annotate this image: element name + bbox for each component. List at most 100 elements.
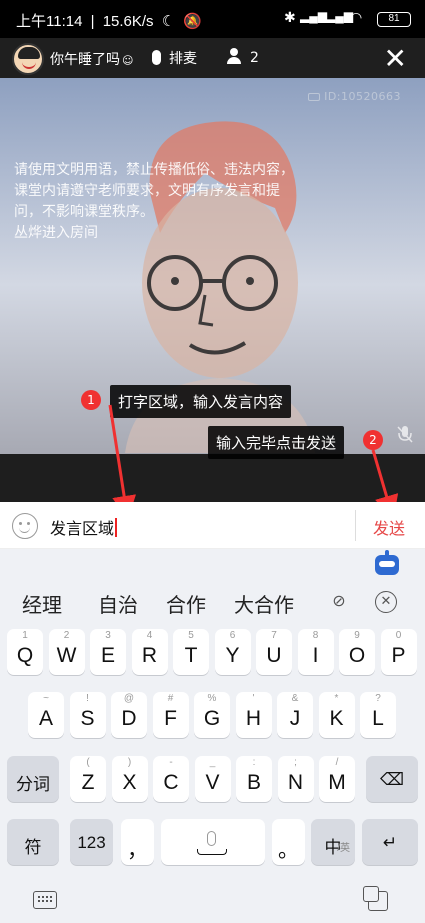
key-secondary: 0	[395, 630, 402, 641]
space-bar-mark	[197, 849, 227, 855]
key-secondary: 3	[105, 630, 111, 641]
key-label: ↵	[382, 833, 398, 852]
key-label: X	[122, 771, 137, 794]
key-p[interactable]: 0P	[380, 629, 417, 675]
key-q[interactable]: 1Q	[7, 629, 43, 675]
key-secondary: *	[334, 693, 339, 704]
message-input[interactable]: 发言区域	[50, 515, 117, 539]
key-secondary: %	[207, 693, 217, 704]
key-label: V	[205, 771, 220, 794]
key-label: 123	[77, 833, 106, 852]
key-label: N	[287, 771, 304, 794]
key-w[interactable]: 2W	[48, 629, 85, 675]
link-icon[interactable]: ⊘	[328, 591, 350, 613]
key-label: Z	[81, 771, 95, 794]
key-k[interactable]: * K	[318, 692, 355, 738]
key-s[interactable]: ! S	[69, 692, 106, 738]
space-key[interactable]	[161, 819, 265, 865]
key-g[interactable]: % G	[194, 692, 230, 738]
key-f[interactable]: # F	[152, 692, 189, 738]
key-y[interactable]: 6Y	[214, 629, 251, 675]
key-label: U	[266, 644, 282, 667]
key-label: L	[372, 707, 384, 730]
key-label: Y	[225, 644, 240, 667]
candidate-word[interactable]: 大合作	[234, 589, 294, 618]
key-secondary: 5	[188, 630, 194, 641]
key-x[interactable]: ) X	[111, 756, 148, 802]
emoji-icon[interactable]	[12, 513, 38, 539]
key-i[interactable]: 8I	[297, 629, 334, 675]
key-secondary: @	[123, 693, 135, 704]
key-h[interactable]: ' H	[235, 692, 272, 738]
candidate-word[interactable]: 合作	[166, 589, 206, 618]
key-secondary: 2	[63, 630, 70, 641]
key-label: B	[246, 771, 261, 794]
key-label: J	[289, 707, 301, 730]
key-t[interactable]: 5T	[173, 629, 209, 675]
key-label: 符	[24, 838, 42, 857]
key-secondary: 7	[271, 630, 277, 641]
enter-key[interactable]: ↵	[362, 819, 418, 865]
key-secondary: &	[291, 693, 299, 704]
key-label: G	[203, 707, 221, 730]
key-secondary: ~	[43, 693, 49, 704]
segment-key[interactable]: 分词	[7, 756, 59, 802]
clipboard-icon[interactable]	[363, 886, 388, 911]
key-label: I	[312, 644, 319, 667]
key-o[interactable]: 9O	[339, 629, 375, 675]
key-n[interactable]: ; N	[277, 756, 314, 802]
close-candidates-icon[interactable]: ✕	[375, 591, 397, 613]
keyboard: 经理 自治 合作 大合作 ⊘ ✕ 1 Q 2 W 3 E 4 R 5 T 6 Y 7 U 8 I 9 O 0 P ~ A!…	[0, 549, 425, 923]
divider	[355, 510, 356, 541]
key-label: F	[164, 707, 177, 730]
key-label: D	[121, 707, 137, 730]
key-secondary: #	[167, 693, 174, 704]
backspace-key[interactable]: ⌫	[366, 756, 418, 802]
key-d[interactable]: @ D	[111, 692, 147, 738]
key-b[interactable]: :B	[236, 756, 272, 802]
period-key[interactable]: 。	[272, 819, 305, 865]
key-secondary: 4	[146, 630, 153, 641]
key-secondary: 9	[354, 630, 360, 641]
key-secondary: 8	[312, 630, 319, 641]
key-label: Q	[16, 644, 34, 667]
key-j[interactable]: & J	[277, 692, 313, 738]
voice-input-icon	[207, 831, 216, 846]
symbol-key[interactable]: 符	[7, 819, 59, 865]
key-label: M	[328, 771, 346, 794]
key-z[interactable]: (Z	[70, 756, 106, 802]
key-v[interactable]: _ V	[194, 756, 231, 802]
send-button[interactable]: 发送	[373, 515, 405, 539]
number-key[interactable]: 123	[70, 819, 113, 865]
key-secondary: -	[169, 757, 173, 768]
key-secondary: !	[86, 693, 89, 704]
key-label: O	[348, 644, 366, 667]
message-input-value: 发言区域	[50, 519, 115, 538]
key-label: A	[38, 707, 53, 730]
candidate-word[interactable]: 自治	[98, 589, 138, 618]
key-secondary: )	[127, 757, 132, 768]
arrow-to-send	[371, 449, 399, 520]
key-label: R	[141, 644, 158, 667]
key-secondary: 1	[22, 630, 28, 641]
key-label: H	[245, 707, 262, 730]
comma-key[interactable]: ，	[121, 819, 154, 865]
key-secondary: (	[86, 757, 90, 768]
candidate-word[interactable]: 经理	[22, 589, 62, 618]
key-secondary: ;	[294, 757, 297, 768]
key-c[interactable]: -C	[153, 756, 189, 802]
key-m[interactable]: / M	[319, 756, 355, 802]
language-key[interactable]: 中/英	[311, 819, 355, 865]
language-sub-label: /英	[337, 843, 350, 854]
assistant-robot-icon[interactable]	[375, 550, 399, 575]
key-u[interactable]: 7U	[256, 629, 292, 675]
key-l[interactable]: ? L	[360, 692, 396, 738]
key-label: S	[80, 707, 95, 730]
key-label: ，	[127, 839, 148, 862]
keyboard-switch-icon[interactable]	[33, 891, 57, 909]
key-e[interactable]: 3E	[90, 629, 126, 675]
key-a[interactable]: ~ A	[28, 692, 64, 738]
key-r[interactable]: 4R	[131, 629, 168, 675]
key-label: W	[56, 644, 77, 667]
key-label: 。	[278, 839, 299, 862]
